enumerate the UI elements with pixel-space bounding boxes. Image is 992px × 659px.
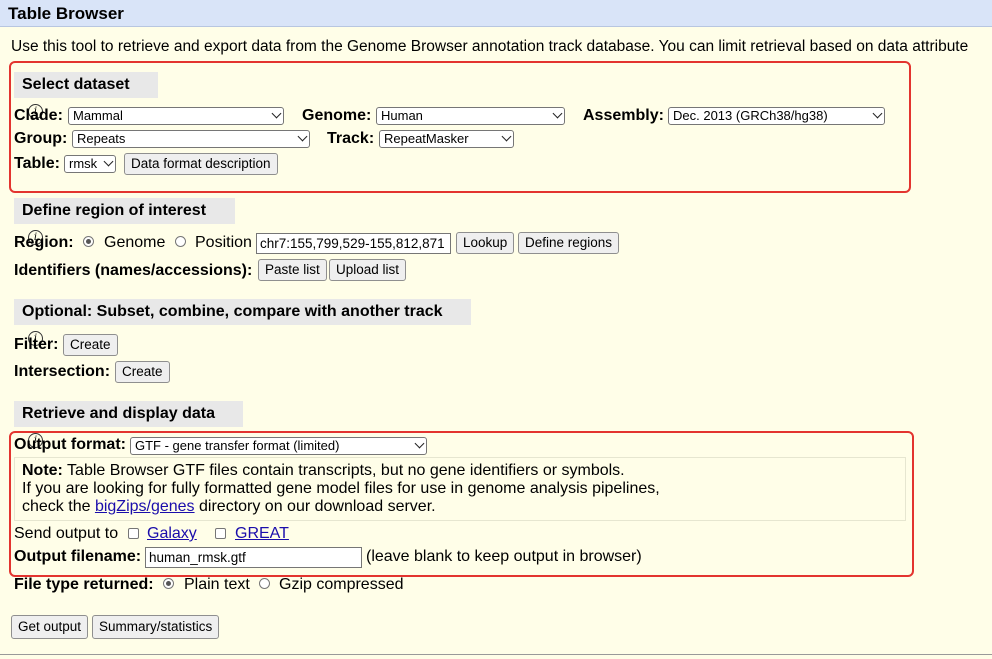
title-bar: Table Browser — [0, 0, 992, 27]
output-format-select[interactable]: GTF - gene transfer format (limited) — [130, 437, 427, 455]
section-optional: Optional: Subset, combine, compare with … — [14, 299, 471, 346]
chevron-down-icon — [103, 156, 114, 167]
group-select-value: Repeats — [77, 131, 126, 146]
section-title: Retrieve and display data — [22, 405, 215, 422]
file-type-label: File type returned: — [14, 576, 154, 593]
gzip-radio[interactable] — [259, 578, 270, 589]
intersection-label: Intersection: — [14, 363, 111, 380]
note-line-3: check the bigZips/genes directory on our… — [22, 498, 436, 516]
genome-select-value: Human — [381, 108, 423, 123]
genome-select[interactable]: Human — [376, 107, 565, 125]
track-label: Track: — [327, 130, 375, 147]
galaxy-link[interactable]: Galaxy — [147, 525, 197, 543]
note-text-1: Table Browser GTF files contain transcri… — [62, 462, 625, 479]
gtf-note: Note: Table Browser GTF files contain tr… — [14, 457, 906, 521]
chevron-down-icon — [552, 108, 563, 119]
genome-label: Genome: — [302, 107, 372, 124]
table-select-value: rmsk — [69, 156, 98, 171]
assembly-select-value: Dec. 2013 (GRCh38/hg38) — [673, 108, 828, 123]
intro-text: Use this tool to retrieve and export dat… — [11, 38, 969, 55]
output-filename-input[interactable]: human_rmsk.gtf — [145, 547, 362, 568]
note-line-1: Note: Table Browser GTF files contain tr… — [22, 462, 625, 480]
section-select-dataset: Select dataseti — [14, 72, 158, 119]
summary-statistics-button[interactable]: Summary/statistics — [92, 615, 220, 639]
send-output-label: Send output to — [14, 525, 119, 542]
plain-text-label: Plain text — [184, 576, 250, 593]
table-label: Table: — [14, 155, 60, 172]
bottom-divider — [0, 654, 992, 655]
clade-select-value: Mammal — [73, 108, 123, 123]
chevron-down-icon — [501, 131, 512, 142]
region-position-radio[interactable] — [175, 236, 186, 247]
position-input[interactable]: chr7:155,799,529-155,812,871 — [256, 233, 451, 254]
paste-list-button[interactable]: Paste list — [258, 259, 327, 281]
section-title: Define region of interest — [22, 202, 207, 219]
assembly-select[interactable]: Dec. 2013 (GRCh38/hg38) — [668, 107, 885, 125]
output-filename-label: Output filename: — [14, 548, 142, 565]
track-select[interactable]: RepeatMasker — [379, 130, 514, 148]
section-title: Select dataset — [22, 76, 130, 93]
lookup-button[interactable]: Lookup — [456, 232, 515, 254]
section-title: Optional: Subset, combine, compare with … — [22, 303, 443, 320]
table-select[interactable]: rmsk — [64, 155, 116, 173]
region-genome-radio[interactable] — [83, 236, 94, 247]
output-format-value: GTF - gene transfer format (limited) — [135, 438, 340, 453]
note-bold: Note: — [22, 462, 63, 479]
bigzips-genes-link[interactable]: bigZips/genes — [95, 498, 195, 515]
track-select-value: RepeatMasker — [384, 131, 469, 146]
define-regions-button[interactable]: Define regions — [518, 232, 620, 254]
output-format-label: Output format: — [14, 436, 126, 453]
region-position-label: Position — [195, 234, 252, 251]
chevron-down-icon — [872, 108, 883, 119]
filter-label: Filter: — [14, 336, 59, 353]
filter-create-button[interactable]: Create — [63, 334, 118, 356]
output-filename-hint: (leave blank to keep output in browser) — [366, 548, 642, 565]
get-output-button[interactable]: Get output — [11, 615, 89, 639]
identifiers-label: Identifiers (names/accessions): — [14, 262, 253, 279]
page-title: Table Browser — [8, 4, 124, 23]
note-text-3-post: directory on our download server. — [194, 498, 436, 515]
galaxy-checkbox[interactable] — [128, 528, 139, 539]
note-text-3-pre: check the — [22, 498, 95, 515]
clade-label: Clade: — [14, 107, 63, 124]
great-checkbox[interactable] — [215, 528, 226, 539]
group-label: Group: — [14, 130, 68, 147]
group-select[interactable]: Repeats — [72, 130, 310, 148]
region-genome-label: Genome — [104, 234, 166, 251]
great-link[interactable]: GREAT — [235, 525, 289, 543]
section-retrieve: Retrieve and display datai — [14, 401, 243, 448]
chevron-down-icon — [414, 438, 425, 449]
plain-text-radio[interactable] — [163, 578, 174, 589]
data-format-description-button[interactable]: Data format description — [124, 153, 278, 175]
intersection-create-button[interactable]: Create — [115, 361, 170, 383]
gzip-label: Gzip compressed — [279, 576, 404, 593]
section-define-region: Define region of interesti — [14, 198, 235, 245]
assembly-label: Assembly: — [583, 107, 664, 124]
clade-select[interactable]: Mammal — [68, 107, 284, 125]
chevron-down-icon — [271, 108, 282, 119]
upload-list-button[interactable]: Upload list — [329, 259, 407, 281]
chevron-down-icon — [297, 131, 308, 142]
note-line-2: If you are looking for fully formatted g… — [22, 480, 660, 497]
region-label: Region: — [14, 234, 74, 251]
